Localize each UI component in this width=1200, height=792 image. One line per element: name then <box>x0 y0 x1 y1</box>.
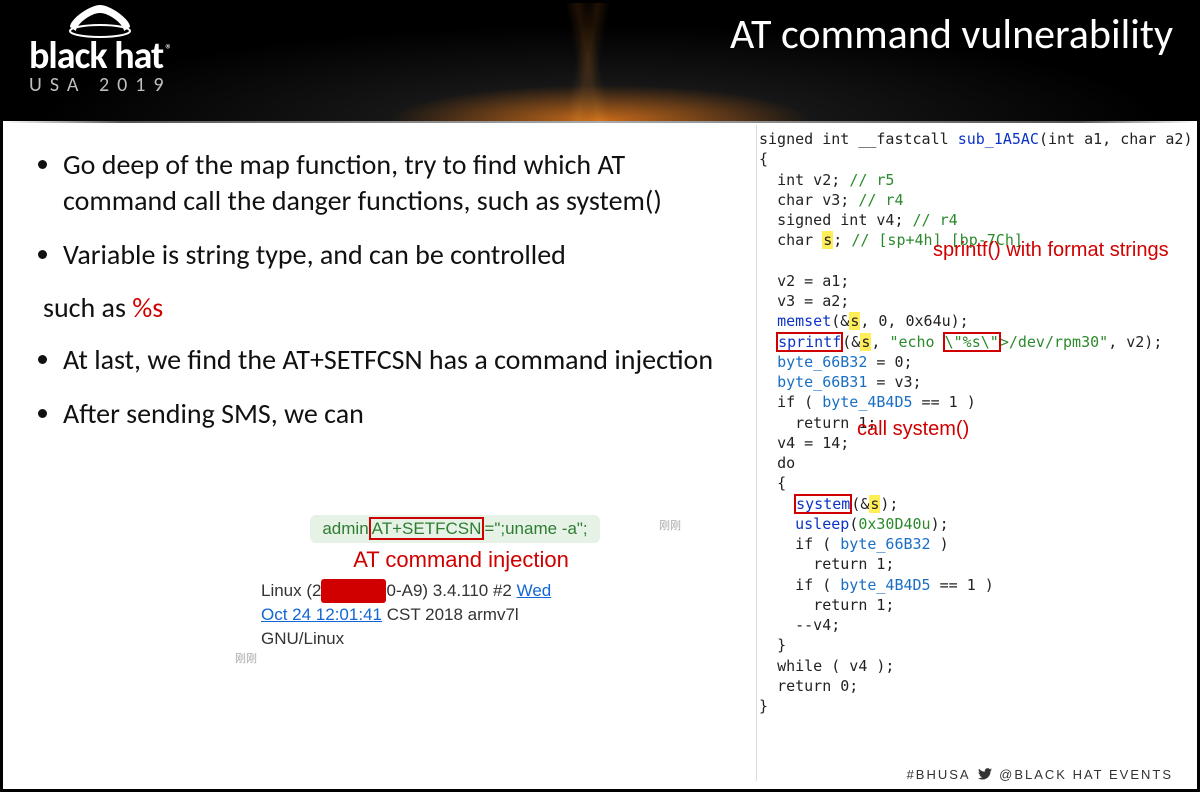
code-sprintf-s: s <box>860 333 871 351</box>
code-system-fn: system <box>796 495 850 513</box>
code-memset-a: (& <box>831 312 849 330</box>
sms-output: Linux (2xx0-A9) 3.4.110 #2 Wed Oct 24 12… <box>251 579 671 668</box>
code-sprintf-str1: "echo <box>889 333 943 351</box>
code-memset-c: , 0, 0x64u); <box>860 312 968 330</box>
code-if1c: == 1 ) <box>913 393 976 411</box>
brand-subtext: USA 2019 <box>29 73 172 97</box>
code-sprintf-c: , <box>871 333 889 351</box>
sms-time-1: 刚刚 <box>659 517 681 533</box>
code-usleep-b: 0x30D40u <box>858 515 930 533</box>
decompiled-code: signed int __fastcall sub_1A5AC(int a1, … <box>756 125 1191 781</box>
code-memset-s: s <box>849 312 860 330</box>
bullet-1: Go deep of the map function, try to find… <box>63 147 739 219</box>
code-v2-decl: int v2; <box>777 171 849 189</box>
code-sig-pre: signed int __fastcall <box>759 130 958 148</box>
footer-handle: @BLACK HAT EVENTS <box>999 767 1173 782</box>
code-note-system: call system() <box>857 416 969 443</box>
code-while: while ( v4 ); <box>777 657 894 675</box>
code-b31b: = v3; <box>867 373 921 391</box>
brand-registered: ® <box>165 41 171 58</box>
code-s-decl-var: s <box>822 231 833 249</box>
code-if1a: if ( <box>777 393 822 411</box>
code-b31a: byte_66B31 <box>777 373 867 391</box>
code-do: do <box>777 454 795 472</box>
bullet-2: Variable is string type, and can be cont… <box>63 237 739 273</box>
slide-body: Go deep of the map function, try to find… <box>3 123 1197 789</box>
sms-out-2b: CST 2018 armv7l <box>382 605 519 624</box>
code-sprintf-str2: >/dev/rpm30" <box>1000 333 1108 351</box>
hat-icon <box>66 3 134 39</box>
bullet-2-sub-format: %s <box>132 290 163 325</box>
code-brace-close: } <box>759 697 768 715</box>
slide-frame: black hat® USA 2019 AT command vulnerabi… <box>0 0 1200 792</box>
bullet-list: Go deep of the map function, try to find… <box>39 147 739 450</box>
code-if3c: == 1 ) <box>931 576 994 594</box>
code-if2c: ) <box>931 535 949 553</box>
sms-out-link2: Oct 24 12:01:41 <box>261 605 382 624</box>
code-sig-fn: sub_1A5AC <box>958 130 1039 148</box>
code-s-decl-a: char <box>777 231 822 249</box>
code-v4-cmnt: // r4 <box>913 211 958 229</box>
bullet-3: At last, we find the AT+SETFCSN has a co… <box>63 342 739 378</box>
code-usleep-c: ); <box>931 515 949 533</box>
code-v2-cmnt: // r5 <box>849 171 894 189</box>
code-ret3: return 1; <box>813 596 894 614</box>
sms-at-command: AT+SETFCSN <box>369 517 485 540</box>
code-sig-args: (int a1, char a2) <box>1039 130 1193 148</box>
sms-out-3: GNU/Linux <box>261 629 344 648</box>
sms-out-1a: Linux (2 <box>261 581 321 600</box>
code-ret2: return 1; <box>813 555 894 573</box>
sms-suffix: =";uname -a"; <box>484 519 587 538</box>
code-sprintf-d: , v2); <box>1108 333 1162 351</box>
code-if3b: byte_4B4D5 <box>840 576 930 594</box>
code-if2a: if ( <box>795 535 840 553</box>
sms-redaction: xx <box>321 579 386 603</box>
bullet-2-sub-prefix: such as <box>43 290 132 325</box>
code-dec: --v4; <box>795 616 840 634</box>
sms-out-link1: Wed <box>517 581 552 600</box>
brand-logo: black hat® USA 2019 <box>29 9 172 97</box>
sms-illustration: adminAT+SETFCSN=";uname -a"; 刚刚 AT comma… <box>251 515 671 668</box>
code-memset-fn: memset <box>777 312 831 330</box>
code-brace-open2: { <box>777 474 786 492</box>
bullet-2-sub: such as %s <box>43 290 739 326</box>
code-if1b: byte_4B4D5 <box>822 393 912 411</box>
code-sprintf-fmtbox: \"%s\" <box>944 333 1000 351</box>
footer-hashtag: #BHUSA @BLACK HAT EVENTS <box>907 767 1173 783</box>
code-if2b: byte_66B32 <box>840 535 930 553</box>
code-sprintf-a: (& <box>842 333 860 351</box>
sms-command-bubble: adminAT+SETFCSN=";uname -a"; <box>310 515 599 543</box>
sms-annotation: AT command injection <box>251 547 671 573</box>
code-v3-cmnt: // r4 <box>858 191 903 209</box>
code-v2-asgn: v2 = a1; <box>777 272 849 290</box>
code-v4-decl: signed int v4; <box>777 211 912 229</box>
code-ret0: return 0; <box>777 677 858 695</box>
code-v3-asgn: v3 = a2; <box>777 292 849 310</box>
code-system-s: s <box>869 495 880 513</box>
code-v4set: v4 = 14; <box>777 434 849 452</box>
sms-time-2: 刚刚 <box>235 652 671 667</box>
twitter-icon <box>978 768 992 783</box>
slide-title: AT command vulnerability <box>730 9 1173 60</box>
slide-header: black hat® USA 2019 AT command vulnerabi… <box>3 3 1197 121</box>
code-s-decl-c: ; <box>833 231 851 249</box>
code-if3a: if ( <box>795 576 840 594</box>
sms-prefix: admin <box>322 519 368 538</box>
code-usleep-a: ( <box>849 515 858 533</box>
code-brace-open: { <box>759 150 768 168</box>
bullet-4: After sending SMS, we can <box>63 396 739 432</box>
code-b32a: byte_66B32 <box>777 353 867 371</box>
code-b32b: = 0; <box>867 353 912 371</box>
code-system-a: (& <box>851 495 869 513</box>
footer-hash: #BHUSA <box>907 767 970 782</box>
code-usleep-fn: usleep <box>795 515 849 533</box>
code-system-c: ); <box>880 495 898 513</box>
sms-out-1b: 0-A9) 3.4.110 #2 <box>386 581 516 600</box>
code-sprintf-fn: sprintf <box>778 333 841 351</box>
code-brace-close2: } <box>777 636 786 654</box>
code-note-sprintf: sprintf() with format strings <box>933 237 1169 264</box>
code-v3-decl: char v3; <box>777 191 858 209</box>
